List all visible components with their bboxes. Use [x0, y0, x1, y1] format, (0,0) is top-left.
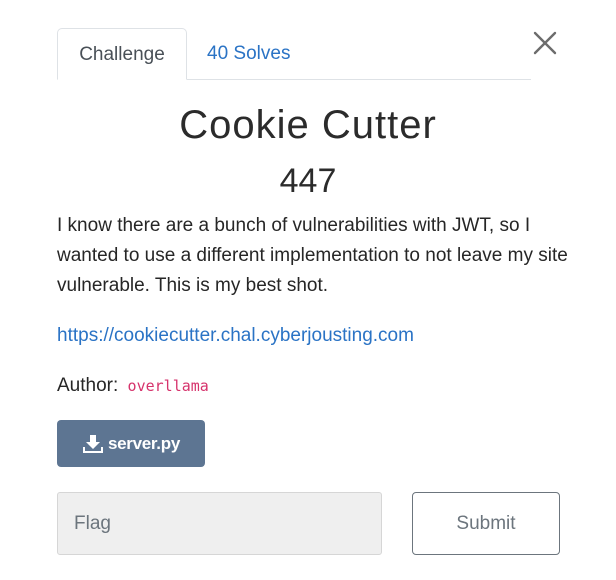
challenge-link[interactable]: https://cookiecutter.chal.cyberjousting.… — [57, 321, 414, 351]
flag-input[interactable] — [57, 492, 382, 555]
download-file-label: server.py — [108, 433, 180, 453]
close-button[interactable] — [530, 28, 560, 58]
download-file-button[interactable]: server.py — [57, 420, 205, 467]
author-label: Author: — [57, 375, 119, 396]
download-icon — [83, 434, 103, 453]
challenge-tabs: Challenge 40 Solves — [57, 28, 531, 80]
challenge-title: Cookie Cutter — [179, 103, 437, 147]
challenge-description: I know there are a bunch of vulnerabilit… — [57, 215, 568, 296]
tab-solves[interactable]: 40 Solves — [207, 28, 290, 79]
submit-button[interactable]: Submit — [412, 492, 560, 555]
challenge-points: 447 — [279, 162, 337, 200]
challenge-author: Author: overllama — [57, 371, 209, 401]
tab-challenge[interactable]: Challenge — [57, 28, 187, 80]
close-icon[interactable] — [530, 28, 560, 58]
author-name: overllama — [127, 377, 209, 395]
